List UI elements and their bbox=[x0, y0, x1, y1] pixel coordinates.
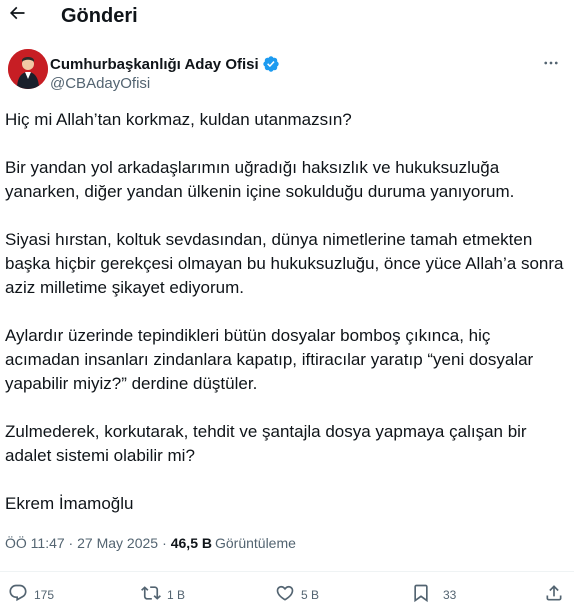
more-options-button[interactable] bbox=[540, 55, 562, 75]
tweet-paragraph: Hiç mi Allah’tan korkmaz, kuldan utanmaz… bbox=[5, 110, 352, 129]
page-title: Gönderi bbox=[61, 5, 138, 27]
reply-icon bbox=[8, 583, 28, 608]
arrow-left-icon bbox=[7, 3, 27, 28]
tweet-paragraph: Zulmederek, korkutarak, tehdit ve şantaj… bbox=[5, 422, 527, 465]
retweet-count: 1 B bbox=[167, 588, 186, 602]
views-count: 46,5 B bbox=[170, 535, 212, 551]
divider bbox=[0, 571, 574, 572]
bookmark-count: 33 bbox=[443, 588, 457, 602]
share-icon bbox=[544, 583, 564, 608]
tweet-paragraph: Aylardır üzerinde tepindikleri bütün dos… bbox=[5, 326, 534, 393]
top-bar: Gönderi bbox=[0, 0, 574, 34]
like-count: 5 B bbox=[301, 588, 320, 602]
reply-count: 175 bbox=[34, 588, 55, 602]
heart-icon bbox=[275, 583, 295, 608]
tweet-paragraph: Bir yandan yol arkadaşlarımın uğradığı h… bbox=[5, 158, 515, 201]
more-horizontal-icon bbox=[542, 54, 560, 77]
avatar[interactable] bbox=[8, 49, 48, 89]
tweet-paragraph: Siyasi hırstan, koltuk sevdasından, düny… bbox=[5, 230, 564, 297]
retweet-icon bbox=[141, 583, 161, 608]
tweet-actions: 175 1 B 5 B 33 bbox=[0, 583, 574, 607]
tweet-text: Hiç mi Allah’tan korkmaz, kuldan utanmaz… bbox=[5, 108, 565, 516]
like-button[interactable]: 5 B bbox=[275, 583, 319, 607]
tweet-meta: ÖÖ 11:47 · 27 May 2025 · 46,5 B Görüntül… bbox=[5, 535, 296, 551]
tweet-timestamp[interactable]: ÖÖ 11:47 · 27 May 2025 bbox=[5, 535, 158, 551]
views-label: Görüntüleme bbox=[214, 535, 296, 551]
meta-separator: · bbox=[162, 535, 167, 551]
reply-button[interactable]: 175 bbox=[8, 583, 54, 607]
bookmark-button[interactable]: 33 bbox=[411, 583, 456, 607]
author-handle[interactable]: @CBAdayOfisi bbox=[50, 75, 150, 92]
author-name[interactable]: Cumhurbaşkanlığı Aday Ofisi bbox=[50, 56, 259, 73]
bookmark-icon bbox=[411, 583, 431, 608]
tweet-author: Cumhurbaşkanlığı Aday Ofisi @CBAdayOfisi bbox=[8, 49, 568, 97]
share-button[interactable] bbox=[544, 583, 564, 607]
back-button[interactable] bbox=[5, 3, 29, 27]
tweet-signature: Ekrem İmamoğlu bbox=[5, 494, 134, 513]
author-name-row: Cumhurbaşkanlığı Aday Ofisi bbox=[50, 55, 280, 73]
verified-badge-icon bbox=[262, 55, 280, 73]
retweet-button[interactable]: 1 B bbox=[141, 583, 185, 607]
